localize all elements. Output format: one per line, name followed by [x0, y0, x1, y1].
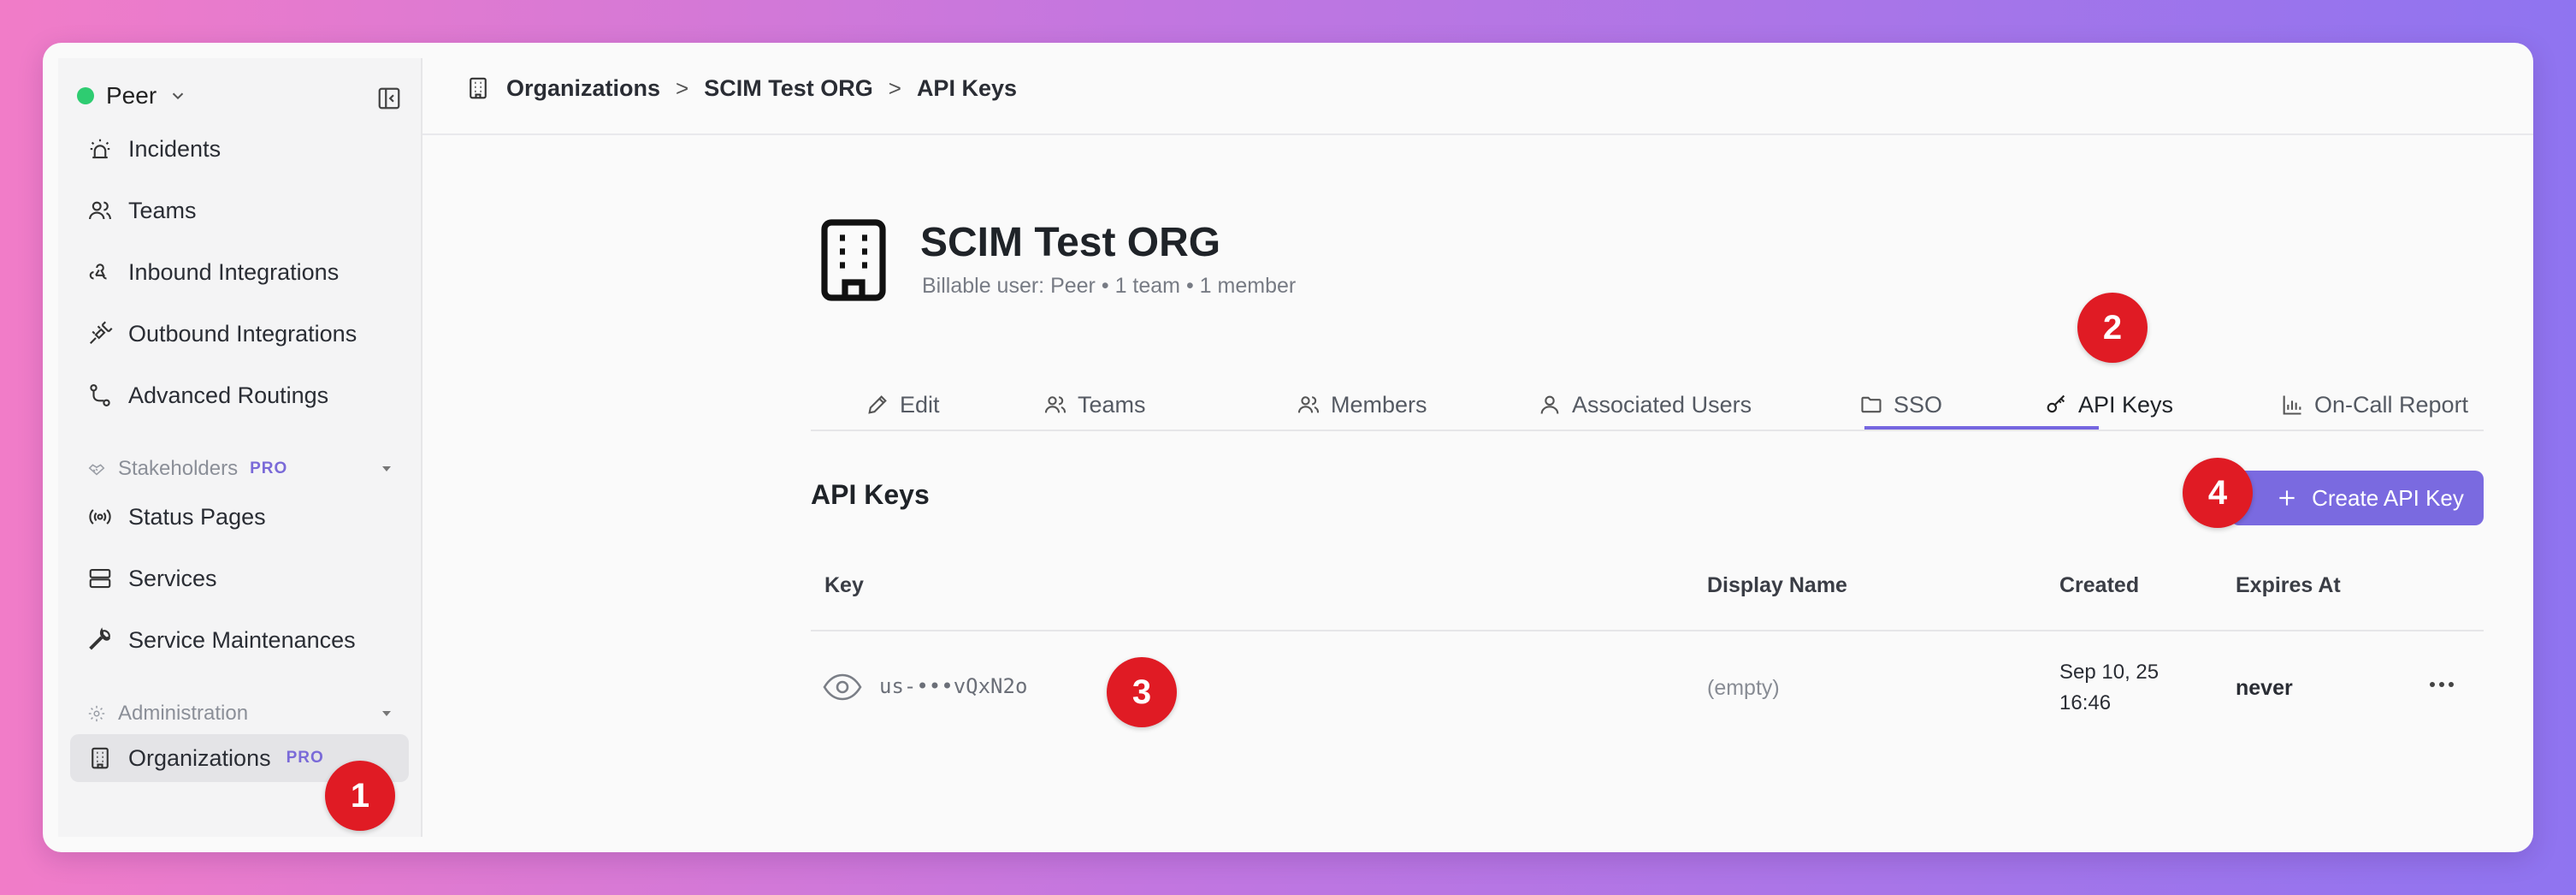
tab-members[interactable]: Members — [1297, 380, 1427, 430]
table-divider — [811, 630, 2484, 631]
annotation-badge-4: 4 — [2183, 458, 2253, 528]
annotation-badge-1: 1 — [325, 761, 395, 831]
breadcrumb-separator: > — [676, 74, 689, 101]
users-icon — [1297, 396, 1320, 413]
sidebar-item-label: Incidents — [128, 135, 222, 162]
sidebar-item-service-maintenances[interactable]: Service Maintenances — [70, 616, 409, 664]
tab-edit[interactable]: Edit — [866, 380, 940, 430]
status-dot — [77, 87, 94, 104]
plug-icon — [89, 321, 113, 345]
section-stakeholders[interactable]: Stakeholders PRO — [87, 452, 409, 486]
annotation-badge-2: 2 — [2077, 293, 2148, 363]
create-api-key-button[interactable]: Create API Key — [2230, 471, 2484, 525]
annotation-badge-3: 3 — [1107, 657, 1177, 727]
tab-bar: Edit Teams Members Associated Users SSO … — [811, 380, 2484, 431]
sidebar-item-advanced-routings[interactable]: Advanced Routings — [70, 371, 409, 419]
sidebar-collapse-icon[interactable] — [376, 86, 402, 111]
workspace-switcher[interactable]: Peer — [77, 74, 187, 118]
sidebar-item-label: Advanced Routings — [128, 382, 329, 408]
sidebar-item-label: Organizations — [128, 744, 271, 771]
broadcast-icon — [89, 509, 111, 525]
workspace-name: Peer — [106, 82, 157, 109]
wrench-icon — [89, 627, 111, 650]
breadcrumb: Organizations > SCIM Test ORG > API Keys — [422, 43, 2533, 135]
column-header-key: Key — [824, 573, 864, 597]
sidebar-item-incidents[interactable]: Incidents — [70, 125, 409, 173]
pencil-icon — [868, 395, 887, 414]
eye-icon[interactable] — [823, 673, 862, 702]
breadcrumb-separator: > — [888, 74, 901, 101]
more-options-icon[interactable] — [2429, 679, 2455, 690]
users-icon — [89, 201, 111, 220]
breadcrumb-current: API Keys — [916, 74, 1017, 101]
column-header-expires-at: Expires At — [2236, 573, 2341, 597]
sidebar-item-teams[interactable]: Teams — [70, 187, 409, 234]
tab-api-keys[interactable]: API Keys — [2044, 380, 2173, 430]
users-icon — [1044, 396, 1066, 413]
sidebar-item-inbound-integrations[interactable]: Inbound Integrations — [70, 248, 409, 296]
caret-down-icon — [382, 466, 391, 471]
expires-value: never — [2236, 676, 2293, 700]
key-icon — [2047, 394, 2065, 413]
sidebar-item-outbound-integrations[interactable]: Outbound Integrations — [70, 310, 409, 358]
section-administration[interactable]: Administration — [87, 696, 409, 731]
alarm-icon — [90, 139, 110, 159]
gear-icon — [88, 705, 105, 722]
breadcrumb-organizations[interactable]: Organizations — [506, 75, 660, 102]
building-icon — [92, 747, 109, 769]
sidebar-item-label: Inbound Integrations — [128, 258, 340, 285]
sidebar: Peer Incidents Teams Inbound Integration… — [58, 58, 422, 837]
tab-on-call-report[interactable]: On-Call Report — [2280, 380, 2468, 430]
section-title: Stakeholders — [118, 457, 239, 480]
user-icon — [1540, 395, 1559, 414]
column-header-created: Created — [2059, 573, 2140, 597]
app-window: Peer Incidents Teams Inbound Integration… — [43, 43, 2533, 852]
bar-chart-icon — [2283, 395, 2301, 415]
created-date: Sep 10, 25 — [2059, 661, 2159, 684]
sidebar-item-label: Outbound Integrations — [128, 320, 357, 347]
route-icon — [90, 384, 110, 406]
handshake-icon — [88, 464, 105, 476]
breadcrumb-org[interactable]: SCIM Test ORG — [704, 75, 873, 102]
server-icon — [89, 568, 111, 589]
page-title: SCIM Test ORG — [920, 220, 1221, 265]
chevron-down-icon — [172, 92, 184, 100]
active-tab-indicator — [1864, 426, 2099, 430]
caret-down-icon — [382, 711, 391, 716]
tab-teams[interactable]: Teams — [1043, 380, 1146, 430]
column-header-display-name: Display Name — [1707, 573, 1847, 597]
folder-icon — [1861, 396, 1882, 413]
building-icon — [470, 77, 487, 99]
sidebar-item-label: Service Maintenances — [128, 626, 356, 653]
org-subtitle: Billable user: Peer • 1 team • 1 member — [922, 274, 1297, 298]
sidebar-item-label: Services — [128, 565, 217, 591]
webhook-icon — [89, 264, 107, 280]
section-title: Administration — [118, 702, 249, 725]
tab-sso[interactable]: SSO — [1859, 380, 1942, 430]
display-name-value: (empty) — [1707, 676, 1780, 700]
section-title: API Keys — [811, 479, 930, 510]
sidebar-item-services[interactable]: Services — [70, 554, 409, 602]
sidebar-item-label: Teams — [128, 197, 197, 223]
building-icon — [821, 219, 886, 301]
plus-icon — [2279, 490, 2295, 506]
created-time: 16:46 — [2059, 691, 2112, 714]
pro-badge: PRO — [250, 459, 288, 477]
tab-associated-users[interactable]: Associated Users — [1538, 380, 1752, 430]
pro-badge: PRO — [286, 749, 324, 767]
sidebar-item-status-pages[interactable]: Status Pages — [70, 493, 409, 541]
api-key-value: us-•••vQxN2o — [879, 674, 1028, 698]
sidebar-item-label: Status Pages — [128, 503, 266, 530]
